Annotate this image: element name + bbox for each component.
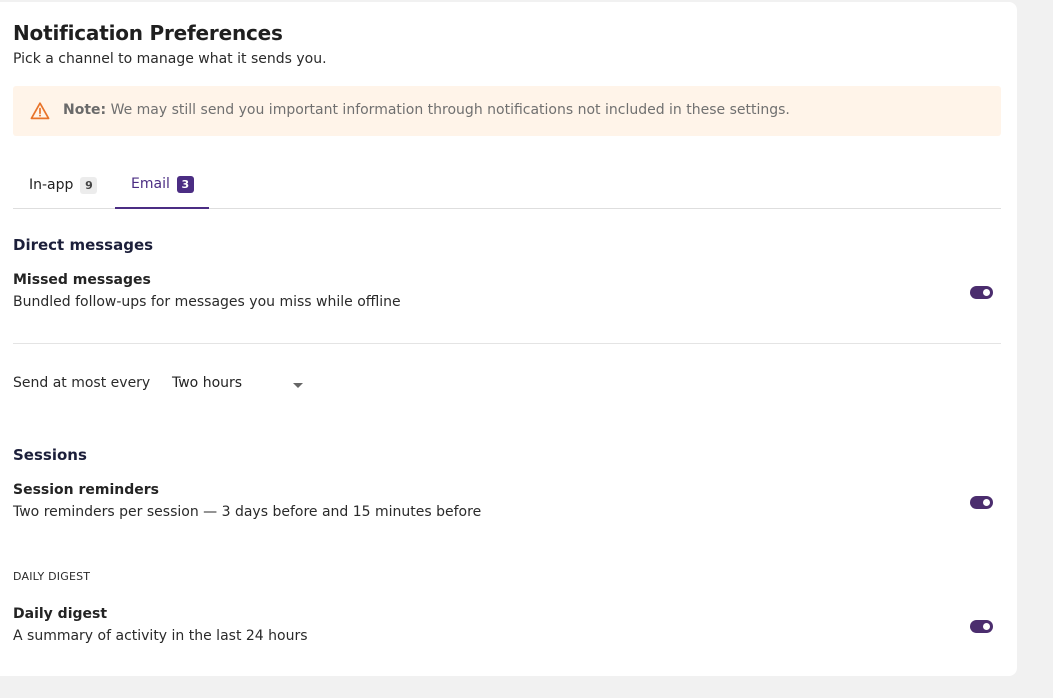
section-title-sessions: Sessions: [13, 446, 87, 464]
toggle-knob: [983, 289, 990, 296]
session-reminders-toggle[interactable]: [970, 496, 993, 509]
tab-in-app-label: In-app: [29, 177, 74, 193]
daily-digest-title: Daily digest: [13, 606, 108, 622]
tab-email-label: Email: [131, 176, 170, 192]
daily-digest-description: A summary of activity in the last 24 hou…: [13, 628, 308, 644]
daily-digest-toggle[interactable]: [970, 620, 993, 633]
toggle-knob: [983, 623, 990, 630]
frequency-select-value: Two hours: [172, 375, 243, 391]
tab-in-app[interactable]: In-app 9: [13, 161, 115, 209]
note-text: Note: We may still send you important in…: [63, 102, 790, 118]
page-subtitle: Pick a channel to manage what it sends y…: [13, 51, 327, 67]
tab-email-count-badge: 3: [176, 175, 194, 193]
missed-messages-description: Bundled follow-ups for messages you miss…: [13, 294, 401, 310]
channel-tabs: In-app 9 Email 3: [13, 161, 1001, 209]
note-message: We may still send you important informat…: [110, 102, 790, 118]
frequency-label: Send at most every: [13, 375, 151, 391]
toggle-knob: [983, 499, 990, 506]
section-title-direct-messages: Direct messages: [13, 236, 154, 254]
note-label: Note:: [63, 102, 107, 118]
missed-messages-title: Missed messages: [13, 272, 151, 288]
tab-in-app-count-badge: 9: [80, 176, 98, 194]
page-title: Notification Preferences: [13, 21, 283, 45]
daily-digest-overline: DAILY DIGEST: [13, 570, 91, 583]
frequency-select[interactable]: Two hours: [163, 366, 309, 402]
tab-email[interactable]: Email 3: [115, 161, 209, 209]
note-banner: Note: We may still send you important in…: [13, 86, 1001, 136]
warning-triangle-icon: [30, 101, 50, 121]
session-reminders-description: Two reminders per session — 3 days befor…: [13, 504, 482, 520]
missed-messages-toggle[interactable]: [970, 286, 993, 299]
session-reminders-title: Session reminders: [13, 482, 160, 498]
divider: [13, 343, 1001, 344]
caret-down-icon: [293, 383, 303, 388]
preferences-card: Notification Preferences Pick a channel …: [0, 2, 1017, 676]
